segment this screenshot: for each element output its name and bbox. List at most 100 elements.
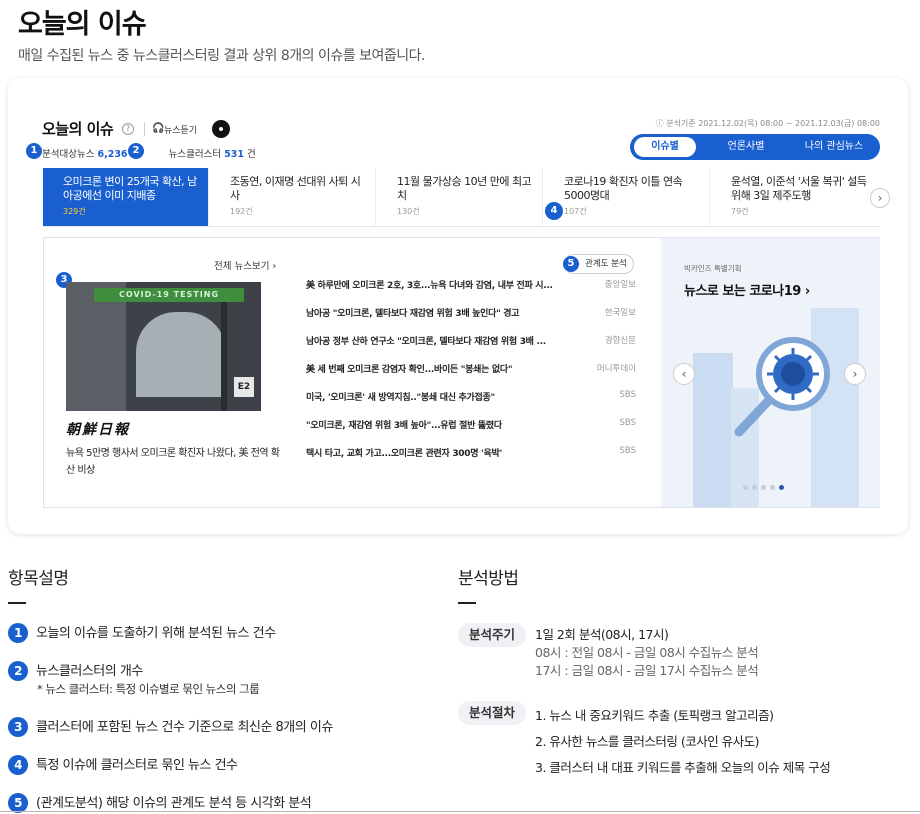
news-item[interactable]: "오미크론, 재감염 위험 3배 높아"...유럽 절반 뚫렸다 SBS: [306, 418, 636, 446]
item-desc-2: 2 뉴스클러스터의 개수: [8, 660, 438, 682]
section-underline: [458, 602, 476, 604]
badge-1: 1: [8, 622, 28, 643]
items-section-title: 항목설명: [8, 569, 69, 589]
badge-4: 4: [8, 754, 28, 775]
promo-kicker: 빅카인즈 특별기획: [684, 264, 742, 273]
item-desc-3: 3 클러스터에 포함된 뉴스 건수 기준으로 최신순 8개의 이슈: [8, 716, 438, 738]
promo-banner[interactable]: 빅카인즈 특별기획 뉴스로 보는 코로나19 › ‹ ›: [661, 238, 880, 507]
photo-caption[interactable]: 뉴욕 5만명 행사서 오미크론 확진자 나왔다, 美 전역 확산 비상: [66, 445, 281, 479]
cluster-unit: 건: [246, 149, 256, 160]
news-source: 한국일보: [604, 308, 636, 318]
cycle-text: 1일 2회 분석(08시, 17시) 08시 : 전일 08시 - 금일 08시…: [535, 626, 759, 680]
issue-title: 코로나19 확진자 이틀 연속 5000명대: [564, 175, 683, 202]
news-source: 머니투데이: [596, 364, 636, 374]
method-section: 분석방법: [458, 564, 519, 604]
process-label: 분석절차: [458, 701, 526, 725]
cluster-count: 531: [224, 149, 244, 160]
news-source: SBS: [619, 446, 636, 456]
screenshot-panel: 오늘의 이슈 ? 🎧 뉴스듣기 분석대상뉴스 6,236 건 뉴스클러스터 53…: [8, 78, 908, 534]
news-item[interactable]: 美 하루만에 오미크론 2호, 3호...뉴욕 다녀와 감염, 내부 전파 시.…: [306, 278, 636, 306]
cycle-label: 분석주기: [458, 623, 526, 647]
carousel-dot[interactable]: [743, 485, 748, 490]
item-text: 특정 이슈에 클러스터로 묶인 뉴스 건수: [36, 758, 238, 773]
stats-line: 분석대상뉴스 6,236 건 뉴스클러스터 531 건: [42, 146, 256, 160]
badge-2: 2: [128, 143, 144, 159]
process-line: 1. 뉴스 내 중요키워드 추출 (토픽랭크 알고리즘): [535, 708, 774, 723]
news-source: SBS: [619, 418, 636, 428]
badge-2: 2: [8, 660, 28, 681]
news-item[interactable]: 남아공 "오미크론, 델타보다 재감염 위험 3배 높인다" 경고 한국일보: [306, 306, 636, 334]
issue-count: 192건: [230, 207, 253, 216]
item-desc-4: 4 특정 이슈에 클러스터로 묶인 뉴스 건수: [8, 754, 438, 776]
item-desc-1: 1 오늘의 이슈를 도출하기 위해 분석된 뉴스 건수: [8, 622, 438, 644]
issue-detail: 전체 뉴스보기 › 3 COVID-19 TESTING E2 朝鮮日報 뉴욕 …: [43, 237, 880, 508]
process-text: 1. 뉴스 내 중요키워드 추출 (토픽랭크 알고리즘) 2. 유사한 뉴스를 …: [535, 703, 831, 781]
issue-count: 107건: [564, 207, 587, 216]
cycle-line: 1일 2회 분석(08시, 17시): [535, 627, 669, 642]
chevron-right-icon[interactable]: ›: [844, 363, 866, 385]
issue-card[interactable]: 11월 물가상승 10년 만에 최고치 130건: [377, 168, 543, 226]
issue-card[interactable]: 코로나19 확진자 이틀 연속 5000명대 107건: [544, 168, 710, 226]
page-title: 오늘의 이슈: [18, 9, 147, 40]
analyzed-label: 분석대상뉴스: [42, 149, 95, 160]
photo-sign: E2: [234, 377, 254, 397]
help-icon[interactable]: ?: [122, 123, 134, 135]
page-subtitle: 매일 수집된 뉴스 중 뉴스클러스터링 결과 상위 8개의 이슈를 보여줍니다.: [18, 48, 425, 64]
tab-my-interest[interactable]: 나의 관심뉴스: [790, 134, 878, 160]
news-title: 美 하루만에 오미크론 2호, 3호...뉴욕 다녀와 감염, 내부 전파 시.…: [306, 281, 553, 291]
chevron-left-icon[interactable]: ‹: [673, 363, 695, 385]
bottom-divider: [0, 811, 920, 812]
carousel-dot-active[interactable]: [779, 485, 784, 490]
carousel-dot[interactable]: [770, 485, 775, 490]
view-tabs: 이슈별 언론사별 나의 관심뉴스: [630, 134, 880, 160]
news-list: 美 하루만에 오미크론 2호, 3호...뉴욕 다녀와 감염, 내부 전파 시.…: [306, 278, 636, 474]
news-photo[interactable]: COVID-19 TESTING E2: [66, 282, 261, 411]
process-line: 3. 클러스터 내 대표 키워드를 추출해 오늘의 이슈 제목 구성: [535, 760, 831, 775]
issue-carousel: 오미크론 변이 25개국 확산, 남아공에선 이미 지배종 329건 조동연, …: [43, 168, 879, 227]
newspaper-logo: 朝鮮日報: [66, 422, 130, 438]
item-text: (관계도분석) 해당 이슈의 관계도 분석 등 시각화 분석: [36, 796, 312, 811]
news-title: 택시 타고, 교회 가고...오미크론 관련자 300명 '육박': [306, 449, 502, 459]
item-note: * 뉴스 클러스터: 특정 이슈별로 묶인 뉴스의 그룹: [37, 682, 260, 696]
badge-5: 5: [563, 256, 579, 272]
tab-press[interactable]: 언론사별: [706, 134, 786, 160]
issue-card[interactable]: 윤석열, 이준석 '서울 복귀' 설득 위해 3일 제주도행 79건: [711, 168, 877, 226]
divider: [144, 122, 145, 136]
carousel-dot[interactable]: [761, 485, 766, 490]
section-underline: [8, 602, 26, 604]
issue-card[interactable]: 조동연, 이재명 선대위 사퇴 시사 192건: [210, 168, 376, 226]
news-source: 경향신문: [604, 336, 636, 346]
process-line: 2. 유사한 뉴스를 클러스터링 (코사인 유사도): [535, 734, 760, 749]
promo-title[interactable]: 뉴스로 보는 코로나19 ›: [684, 280, 810, 299]
cluster-label: 뉴스클러스터: [168, 149, 222, 160]
cycle-line: 08시 : 전일 08시 - 금일 08시 수집뉴스 분석: [535, 645, 759, 660]
issue-count: 329건: [63, 207, 86, 216]
item-text: 오늘의 이슈를 도출하기 위해 분석된 뉴스 건수: [36, 626, 276, 641]
issue-count: 79건: [731, 207, 749, 216]
news-title: 美 세 번째 오미크론 감염자 확인...바이든 "봉쇄는 없다": [306, 365, 513, 375]
news-item[interactable]: 美 세 번째 오미크론 감염자 확인...바이든 "봉쇄는 없다" 머니투데이: [306, 362, 636, 390]
news-title: 미국, '오미크론' 새 방역지침.."봉쇄 대신 추가접종": [306, 393, 495, 403]
badge-5: 5: [8, 792, 28, 813]
listen-news-label[interactable]: 뉴스듣기: [164, 123, 197, 136]
tab-issue[interactable]: 이슈별: [634, 137, 696, 157]
chevron-right-icon[interactable]: ›: [870, 188, 890, 208]
news-item[interactable]: 남아공 정부 산하 연구소 "오미크론, 델타보다 재감염 위험 3배 ... …: [306, 334, 636, 362]
news-title: "오미크론, 재감염 위험 3배 높아"...유럽 절반 뚫렸다: [306, 421, 502, 431]
play-button[interactable]: [212, 120, 230, 138]
all-news-link[interactable]: 전체 뉴스보기 ›: [214, 258, 276, 272]
issue-card[interactable]: 오미크론 변이 25개국 확산, 남아공에선 이미 지배종 329건: [43, 168, 209, 226]
carousel-dot[interactable]: [752, 485, 757, 490]
carousel-dots: [743, 475, 788, 494]
badge-4: 4: [545, 202, 563, 220]
issue-count: 130건: [397, 207, 420, 216]
issue-title: 오미크론 변이 25개국 확산, 남아공에선 이미 지배종: [63, 175, 197, 202]
item-text: 뉴스클러스터의 개수: [36, 664, 143, 679]
news-item[interactable]: 택시 타고, 교회 가고...오미크론 관련자 300명 '육박' SBS: [306, 446, 636, 474]
photo-pole: [221, 302, 227, 411]
issue-title: 조동연, 이재명 선대위 사퇴 시사: [230, 175, 361, 202]
items-section: 항목설명: [8, 564, 69, 604]
news-item[interactable]: 미국, '오미크론' 새 방역지침.."봉쇄 대신 추가접종" SBS: [306, 390, 636, 418]
item-text: 클러스터에 포함된 뉴스 건수 기준으로 최신순 8개의 이슈: [36, 720, 333, 735]
cycle-line: 17시 : 금일 08시 - 금일 17시 수집뉴스 분석: [535, 663, 759, 678]
